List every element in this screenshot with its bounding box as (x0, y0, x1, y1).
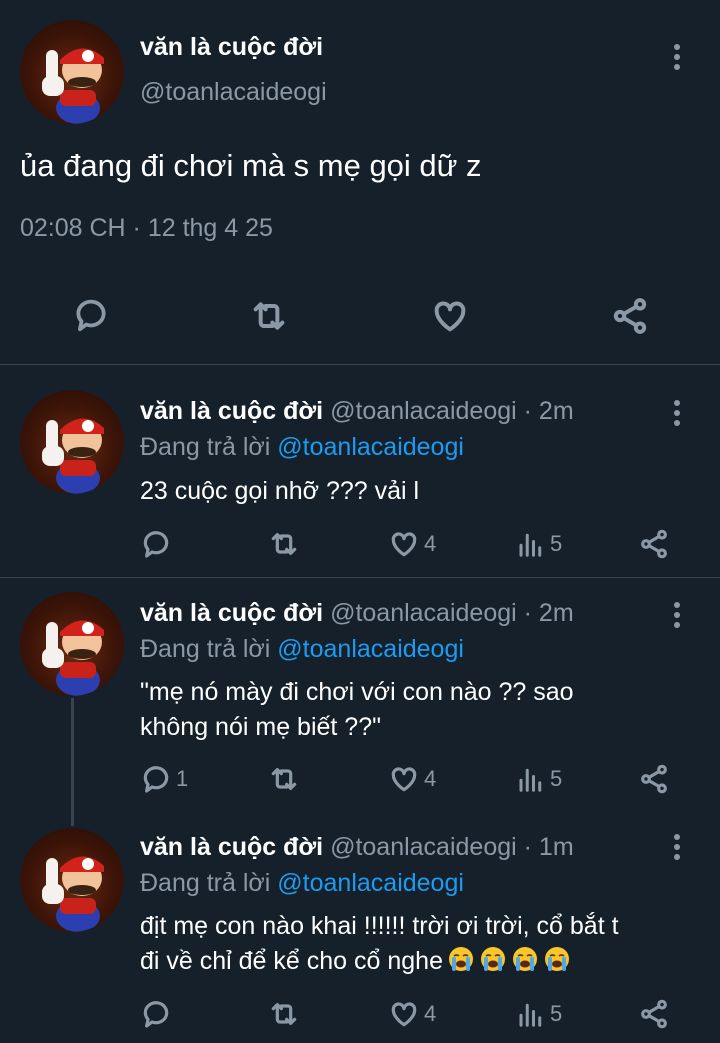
reply-icon (143, 531, 169, 558)
heart-icon (391, 532, 417, 557)
replying-to: Đang trả lời @toanlacaideogi (140, 433, 464, 462)
replying-to: Đang trả lời @toanlacaideogi (140, 869, 464, 898)
replying-handle-link[interactable]: @toanlacaideogi (277, 869, 464, 897)
more-options-icon[interactable] (672, 44, 682, 72)
view-count: 5 (550, 1001, 563, 1026)
heart-icon (391, 767, 417, 792)
heart-icon (434, 301, 466, 332)
divider (0, 577, 720, 578)
reply-button[interactable] (72, 296, 110, 334)
reply-icon (143, 766, 169, 793)
views-icon (519, 768, 542, 792)
avatar[interactable] (20, 390, 124, 494)
reply-count: 1 (176, 766, 189, 791)
like-button[interactable]: 4 (388, 763, 436, 795)
share-button[interactable] (610, 296, 650, 336)
retweet-button[interactable] (268, 763, 300, 795)
more-options-icon[interactable] (672, 400, 682, 428)
like-count: 4 (424, 531, 437, 556)
loudly-crying-face-icon (544, 947, 569, 971)
retweet-icon (253, 302, 285, 330)
reply-button[interactable]: 1 (140, 763, 188, 795)
replying-to: Đang trả lời @toanlacaideogi (140, 635, 464, 664)
tweet-timestamp[interactable]: 02:08 CH · 12 thg 4 25 (20, 214, 273, 243)
like-button[interactable]: 4 (388, 528, 436, 560)
handle[interactable]: @toanlacaideogi (330, 397, 517, 425)
like-count: 4 (424, 1001, 437, 1026)
view-count: 5 (550, 766, 563, 791)
more-options-icon[interactable] (672, 602, 682, 630)
mario-avatar-icon (42, 418, 104, 494)
reply-text-line: đi về chỉ để kể cho cổ nghe (140, 947, 443, 975)
replying-prefix: Đang trả lời (140, 869, 271, 897)
like-button[interactable] (430, 296, 470, 336)
reply-header: văn là cuộc đời @toanlacaideogi · 2m (140, 397, 574, 426)
share-icon (613, 298, 647, 334)
display-name[interactable]: văn là cuộc đời (140, 33, 323, 62)
reply-text-line: "mẹ nó mày đi chơi với con nào ?? sao (140, 678, 574, 706)
share-icon (641, 764, 667, 794)
replying-prefix: Đang trả lời (140, 635, 271, 663)
emoji-row (443, 947, 571, 975)
views-button[interactable]: 5 (516, 528, 562, 560)
heart-icon (391, 1002, 417, 1027)
retweet-button[interactable] (268, 998, 300, 1030)
display-name[interactable]: văn là cuộc đời (140, 599, 323, 627)
display-name[interactable]: văn là cuộc đời (140, 397, 323, 425)
tweet-time: · 2m (523, 599, 574, 627)
share-button[interactable] (638, 998, 670, 1030)
handle[interactable]: @toanlacaideogi (140, 78, 327, 107)
divider (0, 364, 720, 365)
tweet-time: · 2m (523, 397, 574, 425)
tweet-text: ủa đang đi chơi mà s mẹ gọi dữ z (20, 148, 482, 183)
views-icon (519, 533, 542, 557)
view-count: 5 (550, 531, 563, 556)
loudly-crying-face-icon (512, 947, 537, 971)
share-icon (641, 999, 667, 1029)
loudly-crying-face-icon (448, 947, 473, 971)
reply-text-line: địt mẹ con nào khai !!!!!! trời ơi trời,… (140, 912, 619, 940)
handle[interactable]: @toanlacaideogi (330, 599, 517, 627)
avatar[interactable] (20, 828, 124, 932)
replying-handle-link[interactable]: @toanlacaideogi (277, 635, 464, 663)
retweet-button[interactable] (268, 528, 300, 560)
reply-text-line: 23 cuộc gọi nhỡ ??? vải l (140, 477, 420, 505)
retweet-button[interactable] (249, 296, 289, 336)
share-button[interactable] (638, 528, 670, 560)
replying-handle-link[interactable]: @toanlacaideogi (277, 433, 464, 461)
share-icon (641, 529, 667, 559)
display-name[interactable]: văn là cuộc đời (140, 833, 323, 861)
replying-prefix: Đang trả lời (140, 433, 271, 461)
views-button[interactable]: 5 (516, 998, 562, 1030)
share-button[interactable] (638, 763, 670, 795)
avatar[interactable] (20, 20, 124, 124)
tweet-time: · 1m (523, 833, 574, 861)
reply-header: văn là cuộc đời @toanlacaideogi · 1m (140, 833, 574, 862)
thread-connector-line (71, 698, 74, 826)
loudly-crying-face-icon (480, 947, 505, 971)
avatar[interactable] (20, 592, 124, 696)
views-icon (519, 1003, 542, 1027)
reply-button[interactable] (140, 998, 176, 1030)
reply-icon (76, 299, 106, 332)
mario-avatar-icon (42, 856, 104, 932)
handle[interactable]: @toanlacaideogi (330, 833, 517, 861)
reply-header: văn là cuộc đời @toanlacaideogi · 2m (140, 599, 574, 628)
mario-avatar-icon (42, 620, 104, 696)
retweet-icon (271, 1003, 297, 1025)
reply-icon (143, 1001, 169, 1028)
like-button[interactable]: 4 (388, 998, 436, 1030)
reply-text-line: không nói mẹ biết ??" (140, 713, 381, 741)
retweet-icon (271, 533, 297, 555)
retweet-icon (271, 768, 297, 790)
reply-button[interactable] (140, 528, 176, 560)
like-count: 4 (424, 766, 437, 791)
more-options-icon[interactable] (672, 834, 682, 862)
reply-text-line-with-emoji: đi về chỉ để kể cho cổ nghe (140, 945, 571, 976)
views-button[interactable]: 5 (516, 763, 562, 795)
mario-avatar-icon (42, 48, 104, 124)
